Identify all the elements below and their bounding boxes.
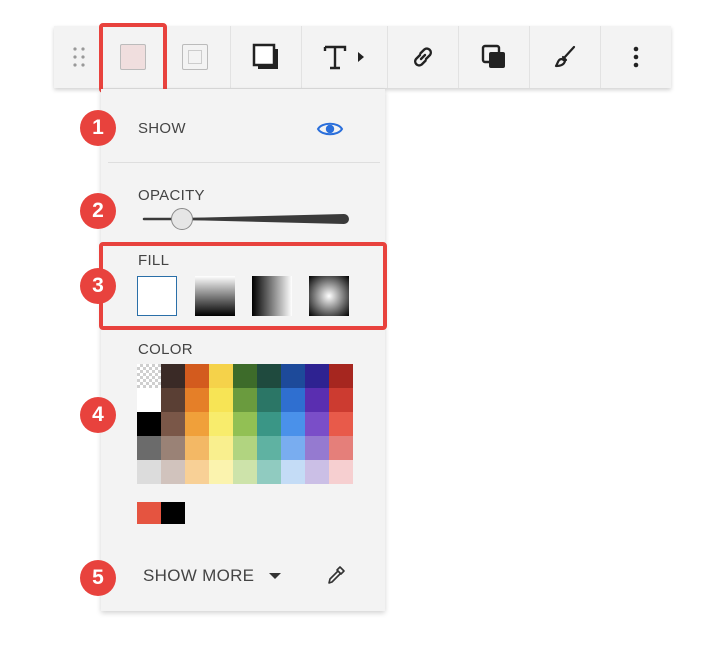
text-button[interactable] — [302, 26, 386, 88]
color-swatch[interactable] — [233, 460, 257, 484]
shadow-icon — [252, 43, 278, 69]
color-swatch[interactable] — [329, 364, 353, 388]
color-swatch[interactable] — [185, 364, 209, 388]
stroke-color-button[interactable] — [164, 26, 226, 88]
opacity-label: OPACITY — [138, 187, 205, 204]
color-swatch[interactable] — [161, 460, 185, 484]
color-swatch[interactable] — [281, 412, 305, 436]
stroke-color-swatch-icon — [182, 44, 208, 70]
more-options-button[interactable] — [601, 26, 671, 88]
fill-button-highlight — [99, 23, 167, 93]
eyedropper-button[interactable] — [324, 563, 348, 587]
arrange-button[interactable] — [459, 26, 529, 88]
callout-badge-1: 1 — [80, 110, 116, 146]
color-swatch[interactable] — [209, 436, 233, 460]
color-swatch[interactable] — [209, 364, 233, 388]
recent-color-swatch[interactable] — [137, 502, 161, 524]
color-swatch[interactable] — [137, 460, 161, 484]
color-swatch[interactable] — [137, 412, 161, 436]
color-swatch[interactable] — [161, 388, 185, 412]
text-t-icon — [323, 45, 347, 70]
color-swatch[interactable] — [305, 412, 329, 436]
color-swatch[interactable] — [257, 388, 281, 412]
color-swatch[interactable] — [209, 412, 233, 436]
color-swatch[interactable] — [137, 436, 161, 460]
link-button[interactable] — [388, 26, 458, 88]
color-swatch[interactable] — [233, 388, 257, 412]
fill-section-highlight — [99, 242, 387, 330]
color-swatch[interactable] — [161, 364, 185, 388]
color-swatch[interactable] — [329, 460, 353, 484]
paintbrush-icon — [554, 45, 576, 68]
color-swatch[interactable] — [209, 388, 233, 412]
color-swatch[interactable] — [161, 436, 185, 460]
color-swatch[interactable] — [257, 460, 281, 484]
shadow-button[interactable] — [231, 26, 301, 88]
caret-down-icon — [269, 573, 282, 579]
color-swatch[interactable] — [257, 412, 281, 436]
callout-badge-4: 4 — [80, 397, 116, 433]
arrange-layers-icon — [481, 44, 505, 68]
link-icon — [414, 47, 432, 67]
vertical-dots-icon — [633, 46, 639, 68]
show-more-label: SHOW MORE — [143, 566, 255, 585]
drag-handle-icon[interactable] — [64, 26, 94, 88]
callout-badge-2: 2 — [80, 193, 116, 229]
color-swatch[interactable] — [209, 460, 233, 484]
color-swatch[interactable] — [329, 388, 353, 412]
color-swatch[interactable] — [281, 460, 305, 484]
color-swatch[interactable] — [233, 412, 257, 436]
show-more-button[interactable]: SHOW MORE — [143, 566, 282, 586]
callout-badge-3: 3 — [80, 268, 116, 304]
color-swatch[interactable] — [185, 460, 209, 484]
color-swatch[interactable] — [185, 388, 209, 412]
color-swatch[interactable] — [305, 364, 329, 388]
caret-right-icon — [358, 52, 364, 62]
color-swatch[interactable] — [137, 388, 161, 412]
show-label: SHOW — [138, 120, 186, 137]
transparent-color-swatch[interactable] — [137, 364, 161, 388]
color-swatch[interactable] — [161, 412, 185, 436]
opacity-slider-thumb[interactable] — [171, 208, 193, 230]
color-swatch[interactable] — [233, 436, 257, 460]
color-swatch[interactable] — [185, 436, 209, 460]
color-label: COLOR — [138, 341, 193, 358]
recent-color-swatch[interactable] — [161, 502, 185, 524]
color-swatch[interactable] — [305, 460, 329, 484]
color-swatch[interactable] — [305, 388, 329, 412]
color-swatch[interactable] — [233, 364, 257, 388]
section-divider — [108, 162, 380, 163]
color-swatch[interactable] — [329, 412, 353, 436]
color-swatch[interactable] — [281, 436, 305, 460]
eye-icon — [316, 122, 344, 136]
color-swatch[interactable] — [305, 436, 329, 460]
opacity-slider[interactable] — [140, 204, 350, 234]
color-swatch[interactable] — [281, 388, 305, 412]
color-swatch[interactable] — [257, 436, 281, 460]
color-swatch[interactable] — [281, 364, 305, 388]
color-swatch[interactable] — [185, 412, 209, 436]
style-button[interactable] — [530, 26, 600, 88]
color-swatch[interactable] — [257, 364, 281, 388]
color-swatch-grid — [137, 364, 353, 484]
show-toggle-button[interactable] — [314, 118, 346, 140]
eyedropper-icon — [328, 566, 345, 584]
color-swatch[interactable] — [329, 436, 353, 460]
callout-badge-5: 5 — [80, 560, 116, 596]
